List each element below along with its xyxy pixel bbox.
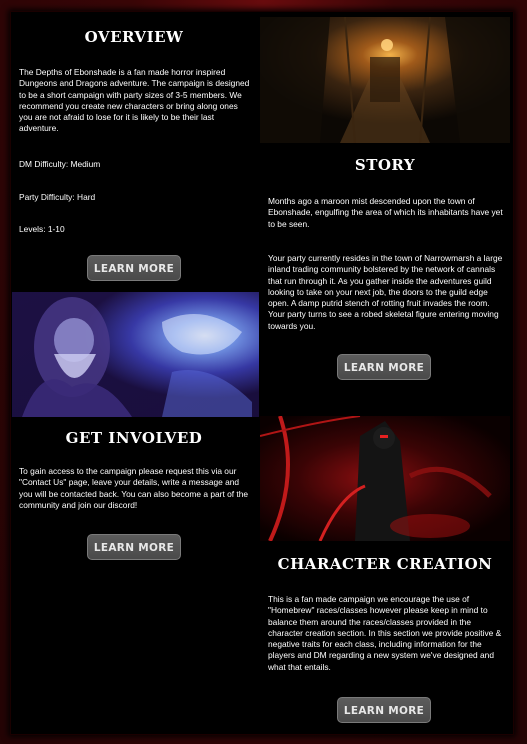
story-paragraph-1: Months ago a maroon mist descended upon … [268,196,503,229]
overview-heading: OVERVIEW [84,28,184,46]
overview-learn-more-button[interactable]: LEARN MORE [87,255,181,281]
character-creation-description: This is a fan made campaign we encourage… [268,594,502,672]
story-heading: STORY [354,156,416,174]
overview-description: The Depths of Ebonshade is a fan made ho… [19,67,250,134]
character-creation-heading: CHARACTER CREATION [277,555,493,573]
overview-party-difficulty: Party Difficulty: Hard [19,192,96,202]
story-paragraph-2: Your party currently resides in the town… [268,253,503,331]
get-involved-learn-more-button[interactable]: LEARN MORE [87,534,181,560]
overview-levels: Levels: 1-10 [19,224,65,234]
get-involved-description: To gain access to the campaign please re… [19,466,249,510]
get-involved-heading: GET INVOLVED [65,429,203,447]
character-creation-learn-more-button[interactable]: LEARN MORE [337,697,431,723]
overview-dm-difficulty: DM Difficulty: Medium [19,159,101,169]
wizard-image [12,292,259,417]
dungeon-image [260,17,510,143]
story-learn-more-button[interactable]: LEARN MORE [337,354,431,380]
knight-image [260,416,510,541]
